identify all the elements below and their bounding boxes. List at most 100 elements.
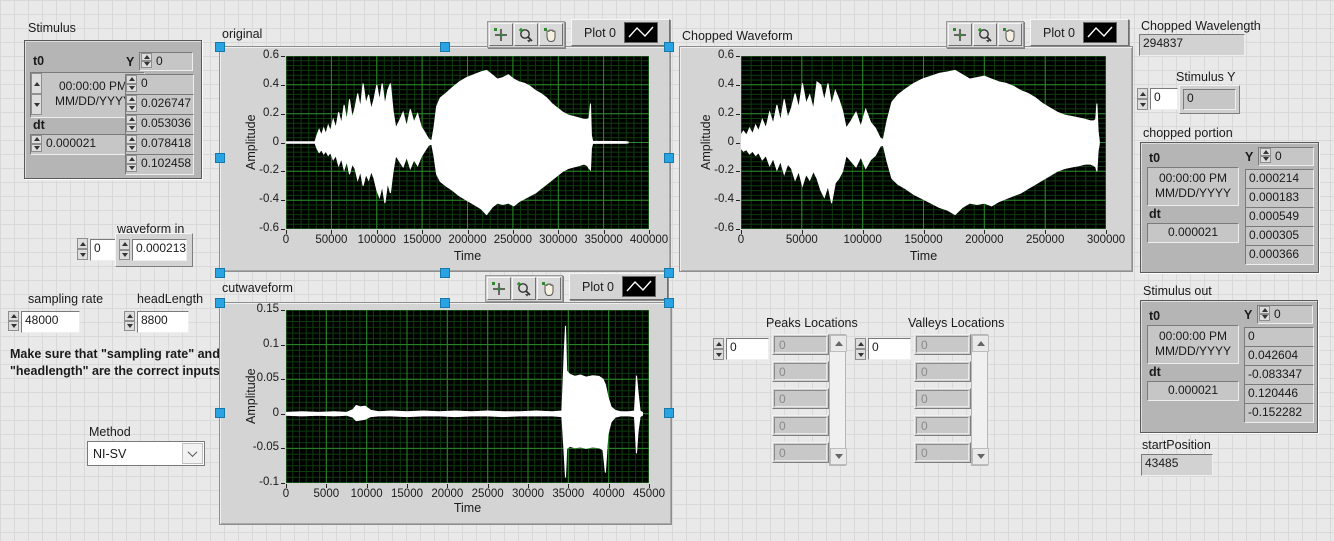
plot-line-sample-icon[interactable] xyxy=(1083,22,1117,43)
valleys-array-element[interactable]: 0 xyxy=(914,361,971,382)
cursor-tool-button[interactable] xyxy=(948,23,972,46)
zoom-tool-button[interactable] xyxy=(973,23,997,46)
selection-handle[interactable] xyxy=(440,298,450,308)
y-tick-label: 0.6 xyxy=(263,49,279,61)
y-index-increment-decrement[interactable] xyxy=(1260,148,1271,163)
waveform-in-index-increment-decrement[interactable] xyxy=(77,238,88,260)
y-axis-label: Amplitude xyxy=(244,56,258,229)
peaks-array-element[interactable]: 0 xyxy=(772,442,829,463)
selection-handle[interactable] xyxy=(664,268,674,278)
element-increment-decrement[interactable] xyxy=(126,135,137,152)
cursor-tool-button[interactable] xyxy=(489,23,513,46)
head-length-value[interactable]: 8800 xyxy=(137,311,189,333)
scroll-down-button[interactable] xyxy=(830,448,847,465)
scroll-up-button[interactable] xyxy=(830,335,847,352)
y-array-element[interactable]: 0.102458 xyxy=(125,154,194,175)
valleys-array-element[interactable]: 0 xyxy=(914,442,971,463)
y-array-element[interactable]: 0.078418 xyxy=(125,134,194,155)
y-tick-label: -0.6 xyxy=(259,222,279,234)
valleys-scrollbar[interactable] xyxy=(971,334,988,466)
element-increment-decrement[interactable] xyxy=(126,95,137,112)
graph-chopped-waveform: Amplitude Time -0.6-0.4-0.200.20.40.6050… xyxy=(679,46,1133,272)
selection-handle[interactable] xyxy=(440,42,450,52)
x-tick-mark xyxy=(407,484,408,488)
graph-original: Amplitude Time -0.6-0.4-0.200.20.40.6050… xyxy=(219,46,671,272)
peaks-array-element[interactable]: 0 xyxy=(772,388,829,409)
selection-handle[interactable] xyxy=(664,42,674,52)
pan-tool-button[interactable] xyxy=(998,23,1022,46)
valleys-index-increment-decrement[interactable] xyxy=(855,338,866,360)
y-index-increment-decrement[interactable] xyxy=(1259,306,1270,321)
waveform-in-value[interactable]: 0.000213 xyxy=(132,239,187,261)
x-tick-label: 100000 xyxy=(843,234,881,246)
t0-value: 00:00:00 PM MM/DD/YYYY xyxy=(1147,325,1239,364)
peaks-array-element[interactable]: 0 xyxy=(772,415,829,436)
chopped-wavelength-label: Chopped Wavelength xyxy=(1141,19,1261,33)
peaks-array-element[interactable]: 0 xyxy=(772,361,829,382)
valleys-array-element[interactable]: 0 xyxy=(914,415,971,436)
element-increment-decrement[interactable] xyxy=(126,155,137,172)
peaks-scrollbar[interactable] xyxy=(829,334,846,466)
x-tick-label: 50000 xyxy=(315,234,347,246)
pan-tool-button[interactable] xyxy=(537,277,561,300)
dt-value: 0.000021 xyxy=(1147,223,1239,243)
waveform-in-increment-decrement[interactable] xyxy=(119,239,130,260)
x-tick-label: 0 xyxy=(283,234,289,246)
plot-area-original[interactable] xyxy=(286,56,649,229)
y-array-element[interactable]: 0 xyxy=(125,74,194,95)
plot-area-chopped[interactable] xyxy=(741,56,1106,229)
y-tick-label: -0.1 xyxy=(259,476,279,488)
pan-tool-button[interactable] xyxy=(539,23,563,46)
method-dropdown-button[interactable] xyxy=(182,443,203,464)
plot-line-sample-icon[interactable] xyxy=(622,276,656,297)
y-tick-mark xyxy=(281,143,285,144)
plot-legend-original[interactable]: Plot 0 xyxy=(571,19,670,46)
y-tick-mark xyxy=(736,85,740,86)
selection-handle[interactable] xyxy=(664,153,674,163)
dt-label: dt xyxy=(1149,207,1161,221)
peaks-index[interactable]: 0 xyxy=(726,338,769,360)
selection-handle[interactable] xyxy=(215,408,225,418)
scroll-up-button[interactable] xyxy=(972,335,989,352)
element-increment-decrement[interactable] xyxy=(126,75,137,92)
zoom-tool-button[interactable] xyxy=(512,277,536,300)
plot-line-sample-icon[interactable] xyxy=(624,22,658,43)
y-tick-mark xyxy=(281,85,285,86)
sampling-rate-increment-decrement[interactable] xyxy=(8,311,19,331)
head-length-increment-decrement[interactable] xyxy=(124,311,135,331)
graph-title-original: original xyxy=(222,27,262,41)
dt-increment-decrement[interactable] xyxy=(31,135,42,152)
method-dropdown[interactable]: NI-SV xyxy=(87,441,205,466)
stimulus-y-index[interactable]: 0 xyxy=(1150,88,1178,110)
element-increment-decrement[interactable] xyxy=(126,115,137,132)
y-array-element[interactable]: 0.026747 xyxy=(125,94,194,115)
selection-handle[interactable] xyxy=(215,298,225,308)
y-array-element[interactable]: 0.053036 xyxy=(125,114,194,135)
valleys-array-element[interactable]: 0 xyxy=(914,334,971,355)
selection-handle[interactable] xyxy=(664,298,674,308)
t0-increment-decrement[interactable] xyxy=(31,73,42,115)
y-index-increment-decrement[interactable] xyxy=(141,53,152,68)
selection-handle[interactable] xyxy=(440,268,450,278)
selection-handle[interactable] xyxy=(215,42,225,52)
selection-handle[interactable] xyxy=(215,153,225,163)
plot-legend-cutwaveform[interactable]: Plot 0 xyxy=(569,273,668,300)
stimulus-y-label: Stimulus Y xyxy=(1176,70,1236,84)
y-index-field[interactable]: 0 xyxy=(1258,147,1314,166)
y-index-field[interactable]: 0 xyxy=(1257,305,1313,324)
peaks-index-increment-decrement[interactable] xyxy=(713,338,724,360)
valleys-array-element[interactable]: 0 xyxy=(914,388,971,409)
selection-handle[interactable] xyxy=(215,268,225,278)
plot-area-cutwaveform[interactable] xyxy=(286,310,649,483)
graph-palette-original xyxy=(487,21,565,48)
selection-handle[interactable] xyxy=(664,408,674,418)
peaks-array-element[interactable]: 0 xyxy=(772,334,829,355)
stimulus-y-index-increment-decrement[interactable] xyxy=(1137,88,1148,110)
scroll-down-button[interactable] xyxy=(972,448,989,465)
y-index-field[interactable]: 0 xyxy=(139,52,193,71)
zoom-tool-button[interactable] xyxy=(514,23,538,46)
plot-legend-chopped[interactable]: Plot 0 xyxy=(1030,19,1129,46)
valleys-index[interactable]: 0 xyxy=(868,338,911,360)
cursor-tool-button[interactable] xyxy=(487,277,511,300)
sampling-rate-value[interactable]: 48000 xyxy=(21,311,80,333)
